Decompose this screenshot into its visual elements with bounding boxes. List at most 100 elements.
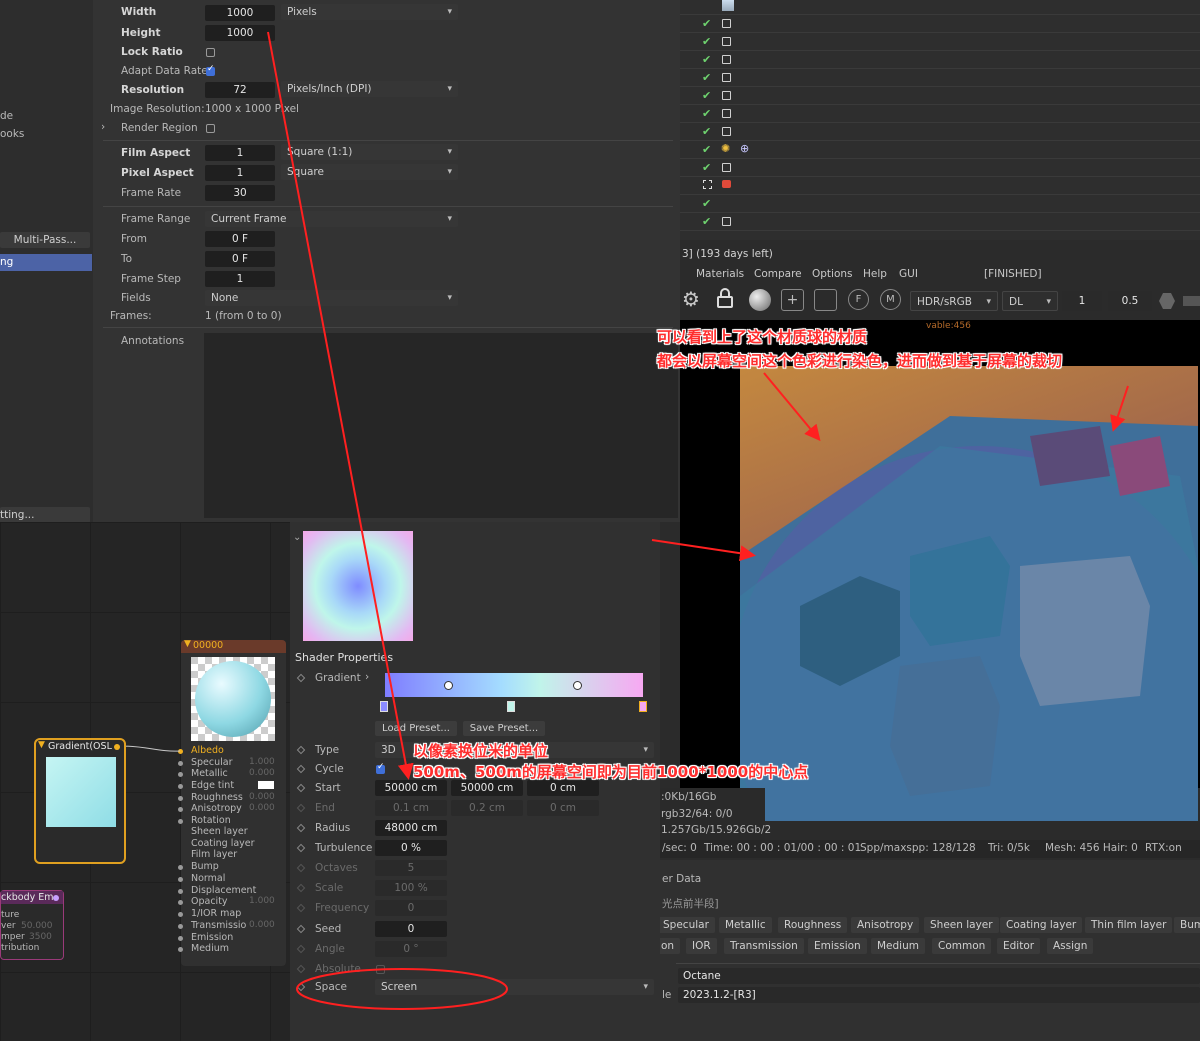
adapt-checkbox[interactable]: [206, 64, 215, 76]
check-icon[interactable]: ✔: [702, 89, 711, 102]
cycle-checkbox[interactable]: [376, 762, 385, 774]
tab-editor[interactable]: Editor: [997, 938, 1041, 954]
value-field-2[interactable]: 0.5: [1108, 291, 1152, 311]
socket[interactable]: [178, 865, 183, 870]
socket[interactable]: [178, 772, 183, 777]
width-unit-dropdown[interactable]: Pixels: [281, 4, 458, 20]
check-icon[interactable]: ✔: [702, 17, 711, 30]
resolution-unit-dropdown[interactable]: Pixels/Inch (DPI): [281, 81, 458, 97]
octaves-field[interactable]: 5: [375, 860, 447, 876]
setting-button[interactable]: tting...: [0, 507, 90, 523]
gradient-knot[interactable]: [444, 681, 453, 690]
menu-help[interactable]: Help: [863, 268, 887, 280]
frame-range-dropdown[interactable]: Current Frame: [205, 211, 458, 227]
tab-coating-layer[interactable]: Coating layer: [1000, 917, 1083, 933]
start-x-field[interactable]: 50000 cm: [375, 780, 447, 796]
socket[interactable]: [178, 889, 183, 894]
menu-options[interactable]: Options: [812, 268, 853, 280]
menu-gui[interactable]: GUI: [899, 268, 918, 280]
angle-field[interactable]: 0 °: [375, 941, 447, 957]
edge-tint-swatch[interactable]: [258, 781, 274, 789]
width-field[interactable]: 1000: [205, 5, 275, 21]
output-socket[interactable]: [53, 895, 59, 901]
gradient-knot[interactable]: [573, 681, 582, 690]
focus-icon[interactable]: F: [848, 289, 869, 310]
gradient-stop-mid[interactable]: [507, 701, 515, 712]
socket[interactable]: [178, 761, 183, 766]
socket[interactable]: [178, 947, 183, 952]
menu-compare[interactable]: Compare: [754, 268, 802, 280]
output-socket[interactable]: [114, 744, 120, 750]
pixel-aspect-dropdown[interactable]: Square: [281, 164, 458, 180]
socket[interactable]: [178, 924, 183, 929]
menu-materials[interactable]: Materials: [696, 268, 744, 280]
panel-collapse-icon[interactable]: ⌄: [293, 532, 301, 543]
check-icon[interactable]: ✔: [702, 53, 711, 66]
radius-field[interactable]: 48000 cm: [375, 820, 447, 836]
frame-rate-field[interactable]: 30: [205, 185, 275, 201]
object-icon[interactable]: [722, 55, 731, 64]
end-z-field[interactable]: 0 cm: [527, 800, 599, 816]
object-icon[interactable]: [722, 109, 731, 118]
pixel-aspect-field[interactable]: 1: [205, 165, 275, 181]
add-region-icon[interactable]: +: [781, 289, 804, 311]
socket[interactable]: [178, 900, 183, 905]
frequency-field[interactable]: 0: [375, 900, 447, 916]
tab-metallic[interactable]: Metallic: [719, 917, 772, 933]
to-field[interactable]: 0 F: [205, 251, 275, 267]
kernel-dropdown[interactable]: DL: [1002, 291, 1058, 312]
scale-field[interactable]: 100 %: [375, 880, 447, 896]
gradient-ramp[interactable]: [385, 673, 643, 697]
annotations-textarea[interactable]: [204, 333, 678, 518]
socket[interactable]: [178, 796, 183, 801]
tab-common[interactable]: Common: [932, 938, 992, 954]
object-icon[interactable]: [722, 127, 731, 136]
tab-sheen-layer[interactable]: Sheen layer: [924, 917, 999, 933]
socket[interactable]: [178, 936, 183, 941]
frame-step-field[interactable]: 1: [205, 271, 275, 287]
object-icon[interactable]: [722, 37, 731, 46]
object-icon[interactable]: [722, 73, 731, 82]
tab-emission[interactable]: Emission: [808, 938, 867, 954]
tab-thin-film-layer[interactable]: Thin film layer: [1085, 917, 1173, 933]
multipass-button[interactable]: Multi-Pass...: [0, 232, 90, 248]
resolution-field[interactable]: 72: [205, 82, 275, 98]
lock-icon[interactable]: [717, 296, 733, 308]
check-icon[interactable]: ✔: [702, 107, 711, 120]
start-y-field[interactable]: 50000 cm: [451, 780, 523, 796]
absolute-checkbox[interactable]: [376, 965, 385, 974]
object-icon[interactable]: [722, 217, 731, 226]
gradient-expand-icon[interactable]: ›: [365, 671, 369, 683]
collapse-arrow-icon[interactable]: ▼: [38, 740, 45, 750]
check-icon[interactable]: ✔: [702, 161, 711, 174]
value-field-1[interactable]: 1: [1062, 291, 1102, 311]
check-icon[interactable]: ✔: [702, 197, 711, 210]
camera-icon[interactable]: [722, 180, 731, 188]
socket[interactable]: [178, 819, 183, 824]
tab-roughness[interactable]: Roughness: [778, 917, 848, 933]
render-region-checkbox[interactable]: [206, 124, 215, 133]
grid-icon[interactable]: [703, 180, 712, 189]
material-pick-icon[interactable]: M: [880, 289, 901, 310]
tab-assign[interactable]: Assign: [1047, 938, 1094, 954]
sphere-icon[interactable]: [749, 289, 771, 311]
check-icon[interactable]: ✔: [702, 35, 711, 48]
socket[interactable]: [178, 877, 183, 882]
film-aspect-field[interactable]: 1: [205, 145, 275, 161]
blackbody-node[interactable]: ckbody Em ture ver 50.000 mper 3500 trib…: [0, 890, 64, 960]
target-icon[interactable]: ⊕: [740, 142, 749, 155]
object-icon[interactable]: [722, 19, 731, 28]
space-dropdown[interactable]: Screen: [375, 979, 654, 995]
socket[interactable]: [178, 807, 183, 812]
check-icon[interactable]: ✔: [702, 143, 711, 156]
save-preset-button[interactable]: Save Preset...: [463, 721, 545, 736]
gradient-stop-right[interactable]: [639, 701, 647, 712]
tab-ior[interactable]: IOR: [686, 938, 717, 954]
object-icon[interactable]: [722, 91, 731, 100]
check-icon[interactable]: ✔: [702, 215, 711, 228]
tab-bump[interactable]: Bum: [1174, 917, 1200, 933]
end-x-field[interactable]: 0.1 cm: [375, 800, 447, 816]
film-aspect-dropdown[interactable]: Square (1:1): [281, 144, 458, 160]
end-y-field[interactable]: 0.2 cm: [451, 800, 523, 816]
expand-arrow-icon[interactable]: ›: [101, 121, 105, 133]
